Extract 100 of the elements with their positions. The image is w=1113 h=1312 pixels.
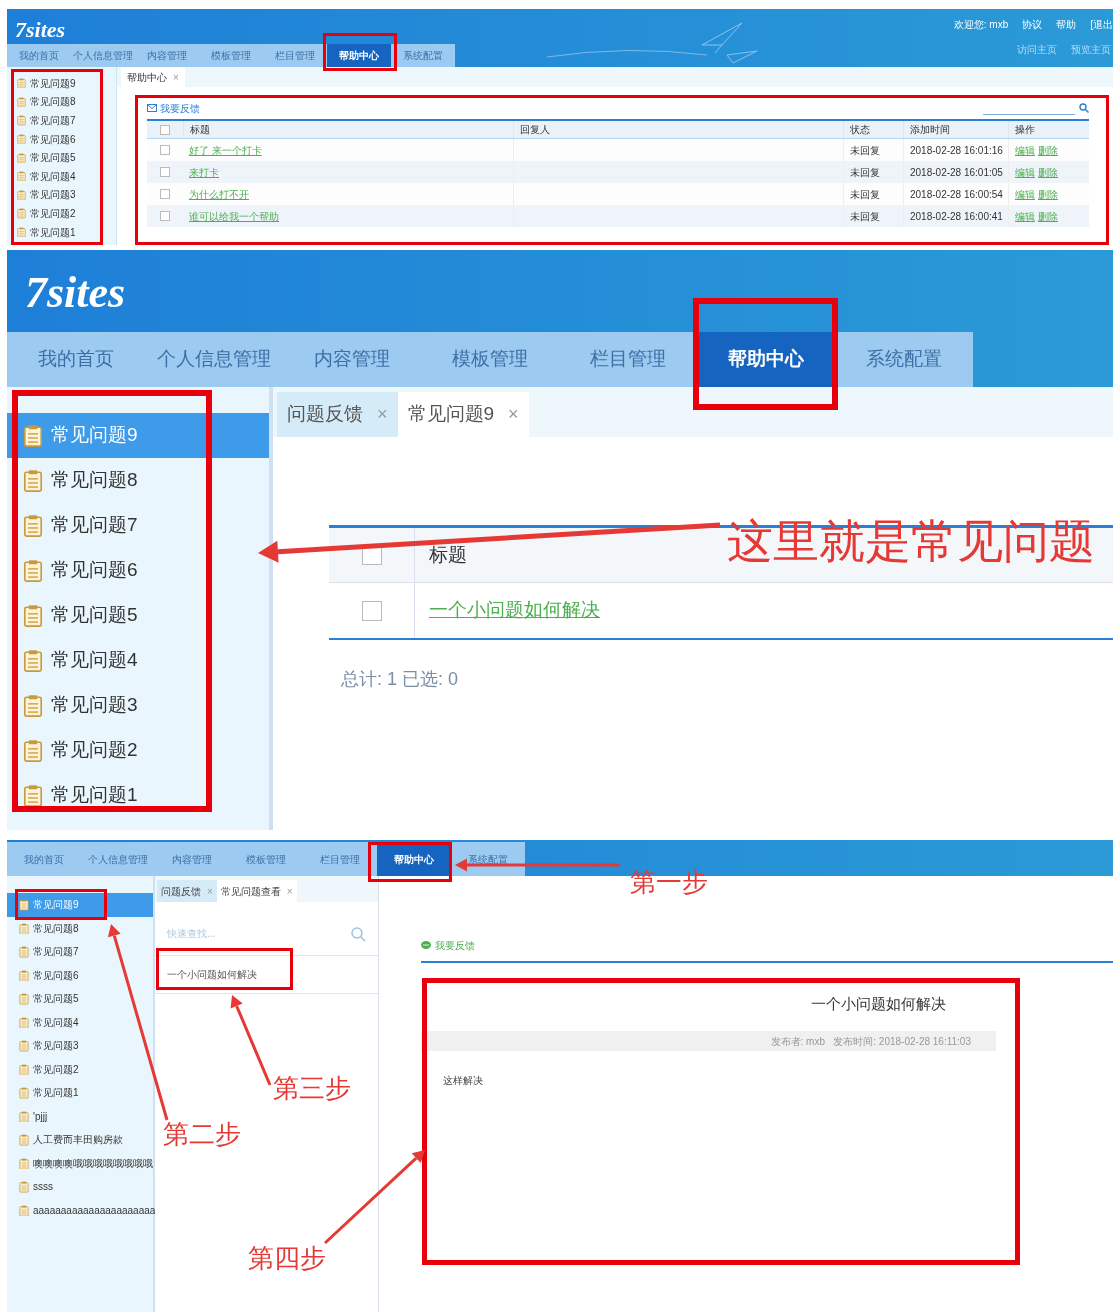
sidebar-item[interactable]: 常见问题8 [7,92,116,112]
title-link[interactable]: 谁可以给我一个帮助 [189,210,279,222]
sidebar-item[interactable]: 常见问题8 [7,458,269,503]
tab-label[interactable]: 常见问题9 [407,400,495,429]
list-item[interactable]: 一个小问题如何解决 [155,956,378,994]
checkbox[interactable] [160,211,170,221]
sidebar-item[interactable]: 常见问题9 [7,74,116,93]
tab[interactable]: 帮助中心 × [121,67,185,87]
nav-tab[interactable]: 模板管理 [199,44,263,67]
sidebar-item[interactable]: ssss [7,1175,153,1199]
action-link[interactable]: 删除 [1038,208,1058,224]
sidebar-item[interactable]: 常见问题2 [7,1057,153,1081]
sidebar-item[interactable]: 常见问题7 [7,111,116,130]
sidebar-item[interactable]: 常见问题6 [7,548,269,593]
close-button[interactable]: × [173,69,179,85]
sidebar-item[interactable]: 常见问题4 [7,166,116,186]
sidebar-item[interactable]: 常见问题3 [7,1034,153,1058]
sidebar-item[interactable]: 常见问题2 [7,728,269,773]
search-icon[interactable] [350,925,366,942]
close-button[interactable]: × [508,401,519,428]
title-link[interactable]: 一个小问题如何解决 [429,596,600,625]
sidebar-item[interactable]: 常见问题6 [7,129,116,149]
nav-tab[interactable]: 个人信息管理 [71,44,135,67]
nav-tab[interactable]: 内容管理 [283,332,421,387]
checkbox[interactable] [160,124,170,135]
header-link[interactable]: 欢迎您: mxb [953,17,1009,32]
header-link[interactable]: 预览主页 [1071,42,1111,57]
title-link[interactable]: 好了 来一个打卡 [189,144,262,156]
nav-tab[interactable]: 帮助中心 [697,332,835,387]
tab-label[interactable]: 问题反馈 [161,883,201,899]
sidebar-item[interactable]: 噢噢噢噢哦哦哦哦哦哦哦哦 [7,1151,153,1175]
sidebar-item[interactable]: 常见问题9 [7,413,269,458]
feedback-button[interactable]: 我要反馈 [147,100,200,116]
header-link[interactable]: 协议 [1022,17,1043,32]
sidebar-item[interactable]: 常见问题7 [7,503,269,548]
annotation-text: 这里就是常见问题 [727,515,1096,569]
action-link[interactable]: 编辑 [1015,186,1035,202]
nav-tab[interactable]: 模板管理 [229,842,303,876]
action-link[interactable]: 编辑 [1015,142,1035,158]
checkbox[interactable] [361,600,382,621]
sidebar-item[interactable]: 常见问题5 [7,593,269,638]
nav-tab[interactable]: 系统配置 [391,44,455,67]
tab[interactable]: 问题反馈 × [157,880,217,902]
action-link[interactable]: 删除 [1038,164,1058,180]
checkbox[interactable] [160,189,170,199]
sidebar-item[interactable]: 常见问题9 [7,893,153,917]
nav-tab[interactable]: 模板管理 [421,332,559,387]
header-link[interactable]: [退出 [1090,17,1113,32]
sidebar-item[interactable]: 常见问题4 [7,1010,153,1034]
sidebar-item[interactable]: 常见问题1 [7,773,269,818]
sidebar-item[interactable]: 常见问题5 [7,987,153,1011]
nav-tab[interactable]: 我的首页 [7,44,71,67]
sidebar-item[interactable]: 常见问题7 [7,940,153,964]
nav-tab[interactable]: 系统配置 [835,332,973,387]
sidebar-item[interactable]: 'pjjj [7,1104,153,1128]
tab-label[interactable]: 问题反馈 [287,400,363,429]
button-label[interactable]: 我要反馈 [435,938,475,953]
header-link[interactable]: 访问主页 [1017,42,1057,57]
tab[interactable]: 问题反馈 × [277,392,398,437]
nav-tab[interactable]: 内容管理 [135,44,199,67]
sidebar-item[interactable]: 人工费而丰田购房款 [7,1128,153,1152]
tab-label[interactable]: 常见问题查看 [220,883,281,899]
tab-label[interactable]: 帮助中心 [127,69,167,85]
close-button[interactable]: × [207,883,213,899]
action-link[interactable]: 删除 [1038,186,1058,202]
sidebar-item[interactable]: 常见问题4 [7,638,269,683]
sidebar-item[interactable]: 常见问题1 [7,222,116,242]
nav-tab[interactable]: 栏目管理 [303,842,377,876]
nav-tab[interactable]: 我的首页 [7,842,81,876]
action-link[interactable]: 编辑 [1015,164,1035,180]
button-label[interactable]: 我要反馈 [160,100,200,116]
nav-tab[interactable]: 个人信息管理 [145,332,283,387]
checkbox[interactable] [160,145,170,155]
nav-tab[interactable]: 栏目管理 [263,44,327,67]
tab[interactable]: 常见问题查看 × [216,880,297,902]
checkbox[interactable] [160,167,170,177]
nav-tab[interactable]: 内容管理 [155,842,229,876]
title-link[interactable]: 来打卡 [189,166,219,178]
sidebar-item[interactable]: 常见问题3 [7,683,269,728]
search-icon[interactable] [1079,103,1089,113]
nav-tab[interactable]: 帮助中心 [327,44,391,67]
action-link[interactable]: 编辑 [1015,208,1035,224]
action-link[interactable]: 删除 [1038,142,1058,158]
sidebar-item[interactable]: 常见问题6 [7,963,153,987]
tab[interactable]: 常见问题9 × [397,392,529,437]
nav-tab[interactable]: 我的首页 [7,332,145,387]
nav-tab[interactable]: 栏目管理 [559,332,697,387]
header-link[interactable]: 帮助 [1056,17,1077,32]
sidebar-item[interactable]: 常见问题3 [7,185,116,205]
sidebar-item[interactable]: 常见问题1 [7,1081,153,1105]
close-button[interactable]: × [286,883,293,899]
title-link[interactable]: 为什么打不开 [189,188,249,200]
sidebar-item[interactable]: 常见问题5 [7,148,116,167]
sidebar-item[interactable]: 常见问题8 [7,916,153,940]
feedback-button[interactable]: 我要反馈 [421,938,1113,953]
nav-tab[interactable]: 个人信息管理 [81,842,155,876]
sidebar-item[interactable]: 常见问题2 [7,204,116,223]
search-field[interactable]: 快速查找... [155,912,378,956]
nav-tab[interactable]: 系统配置 [451,842,525,876]
close-button[interactable]: × [377,401,388,428]
